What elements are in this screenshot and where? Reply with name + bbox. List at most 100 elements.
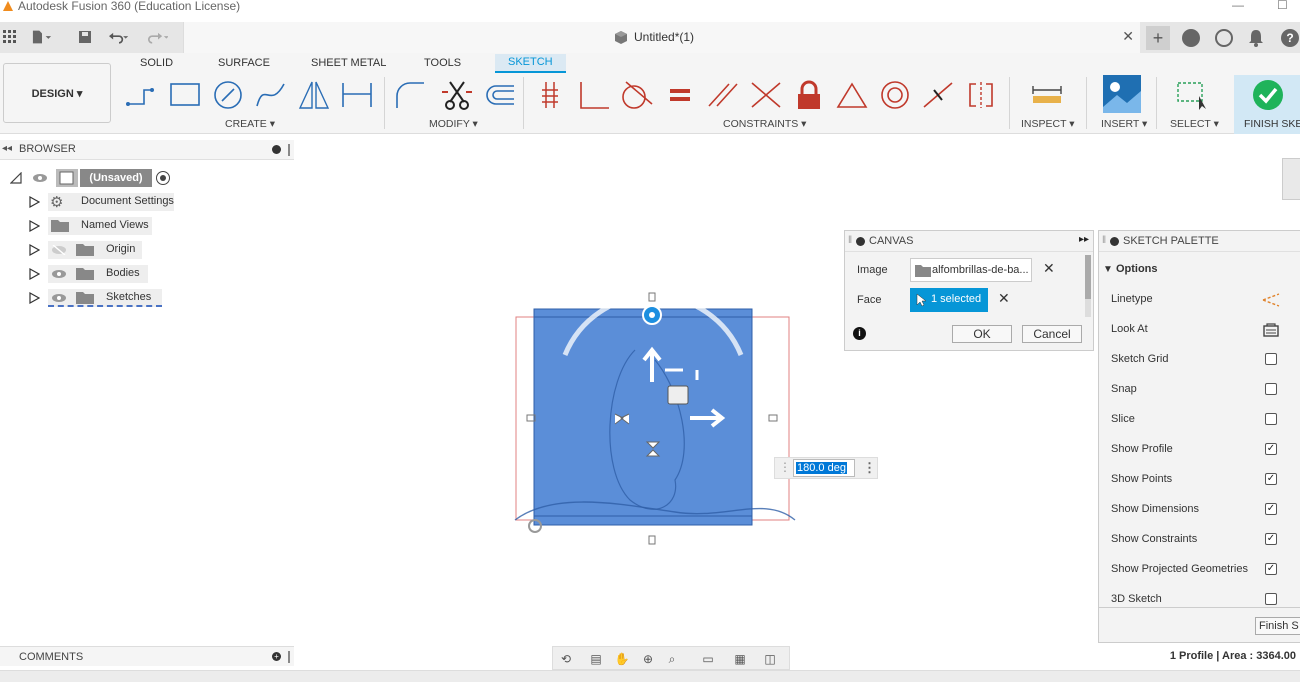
viewcube[interactable]: [1282, 158, 1300, 200]
panel-grip-icon[interactable]: ‖: [848, 235, 852, 246]
offset-tool-icon[interactable]: [482, 79, 516, 111]
parallel-constraint-icon[interactable]: [706, 79, 740, 111]
close-tab-button[interactable]: ✕: [1122, 28, 1134, 45]
perpendicular-lines-icon[interactable]: [749, 79, 783, 111]
expand-dialog-icon[interactable]: ▸▸: [1079, 234, 1089, 245]
angle-input-field[interactable]: 180.0 deg: [793, 459, 855, 477]
circle-tool-icon[interactable]: [211, 79, 245, 111]
collapse-dialog-icon[interactable]: [856, 237, 865, 246]
insert-menu[interactable]: INSERT ▾: [1101, 118, 1147, 130]
tangent-constraint-icon[interactable]: [620, 79, 654, 111]
orbit-icon[interactable]: ⟲: [557, 650, 575, 668]
comments-panel[interactable]: COMMENTS +: [0, 646, 294, 666]
expand-arrow-icon[interactable]: [28, 244, 40, 256]
rectangle-tool-icon[interactable]: [168, 79, 202, 111]
viewports-icon[interactable]: ◫: [761, 650, 779, 668]
undo-icon[interactable]: [109, 27, 129, 47]
workspace-switcher[interactable]: DESIGN ▾: [3, 63, 111, 123]
inspect-menu[interactable]: INSPECT ▾: [1021, 118, 1075, 130]
spline-tool-icon[interactable]: [254, 79, 288, 111]
sketch-grid-checkbox[interactable]: [1265, 353, 1277, 365]
add-comment-icon[interactable]: +: [272, 652, 281, 661]
panel-grip-icon[interactable]: ‖: [1102, 235, 1106, 246]
minimize-panel-icon[interactable]: [272, 145, 281, 154]
display-settings-icon[interactable]: ▭: [699, 650, 717, 668]
expand-root-icon[interactable]: [10, 172, 22, 184]
select-menu[interactable]: SELECT ▾: [1170, 118, 1219, 130]
activate-radio[interactable]: [156, 171, 170, 185]
dimension-tool-icon[interactable]: [340, 79, 374, 111]
snap-checkbox[interactable]: [1265, 383, 1277, 395]
notifications-icon[interactable]: [1248, 29, 1264, 47]
clear-image-button[interactable]: ✕: [1043, 260, 1055, 277]
equal-constraint-icon[interactable]: [663, 79, 697, 111]
tab-surface[interactable]: SURFACE: [218, 57, 270, 69]
mirror-tool-icon[interactable]: [297, 79, 331, 111]
trim-tool-icon[interactable]: [440, 79, 474, 111]
hidden-eye-icon[interactable]: [51, 245, 67, 255]
drag-handle-icon[interactable]: ⋮: [779, 460, 791, 474]
redo-icon[interactable]: [148, 27, 168, 47]
browser-item-origin[interactable]: Origin: [48, 241, 142, 259]
app-grid-icon[interactable]: [0, 27, 20, 47]
panel-pin-icon[interactable]: [288, 144, 290, 156]
coincident-constraint-icon[interactable]: [534, 79, 568, 111]
finish-sketch-palette-button[interactable]: Finish S: [1255, 617, 1300, 635]
browser-header[interactable]: ◂◂ BROWSER: [0, 140, 294, 160]
collapse-palette-icon[interactable]: [1110, 237, 1119, 246]
expand-arrow-icon[interactable]: [28, 292, 40, 304]
maximize-button[interactable]: ☐: [1277, 0, 1288, 12]
info-icon[interactable]: i: [853, 327, 866, 340]
canvas-image-manipulator[interactable]: [505, 290, 805, 550]
visibility-eye-icon[interactable]: [51, 269, 67, 279]
browser-item-document-settings[interactable]: ⚙ Document Settings: [48, 193, 174, 211]
new-tab-button[interactable]: +: [1146, 26, 1170, 50]
document-tab[interactable]: Untitled*(1) ✕: [183, 22, 1140, 53]
options-section-toggle[interactable]: ▼ Options: [1103, 263, 1158, 275]
browser-item-bodies[interactable]: Bodies: [48, 265, 148, 283]
collapse-browser-icon[interactable]: ◂◂: [2, 143, 12, 154]
3d-sketch-checkbox[interactable]: [1265, 593, 1277, 605]
show-projected-geometries-checkbox[interactable]: ✓: [1265, 563, 1277, 575]
cancel-button[interactable]: Cancel: [1022, 325, 1082, 343]
grid-settings-icon[interactable]: ▦: [731, 650, 749, 668]
file-menu-icon[interactable]: [32, 27, 52, 47]
pan-hand-icon[interactable]: ✋: [613, 650, 631, 668]
fix-constraint-icon[interactable]: [792, 79, 826, 111]
midpoint-constraint-icon[interactable]: [921, 79, 955, 111]
line-tool-icon[interactable]: [124, 79, 158, 111]
more-options-icon[interactable]: ⋮: [863, 460, 876, 476]
browser-item-sketches[interactable]: Sketches: [48, 289, 162, 307]
history-icon[interactable]: [1215, 29, 1233, 47]
triangle-constraint-icon[interactable]: [835, 79, 869, 111]
ok-button[interactable]: OK: [952, 325, 1012, 343]
zoom-icon[interactable]: ⊕: [639, 650, 657, 668]
tab-solid[interactable]: SOLID: [140, 57, 173, 69]
look-at-nav-icon[interactable]: ▤: [587, 650, 605, 668]
tab-sketch[interactable]: SKETCH: [495, 54, 566, 73]
dialog-scrollbar[interactable]: [1085, 255, 1091, 317]
save-icon[interactable]: [75, 27, 95, 47]
create-menu[interactable]: CREATE ▾: [225, 118, 275, 130]
modify-menu[interactable]: MODIFY ▾: [429, 118, 478, 130]
job-status-icon[interactable]: [1182, 29, 1200, 47]
concentric-constraint-icon[interactable]: [878, 79, 912, 111]
fit-icon[interactable]: ⌕: [663, 650, 681, 668]
expand-arrow-icon[interactable]: [28, 220, 40, 232]
perpendicular-constraint-icon[interactable]: [577, 79, 611, 111]
slice-checkbox[interactable]: [1265, 413, 1277, 425]
sketch-palette-header[interactable]: ‖ SKETCH PALETTE: [1099, 231, 1300, 252]
show-points-checkbox[interactable]: ✓: [1265, 473, 1277, 485]
clear-face-button[interactable]: ✕: [998, 290, 1010, 307]
insert-image-icon[interactable]: [1103, 75, 1141, 113]
visibility-eye-icon[interactable]: [32, 172, 48, 184]
minimize-button[interactable]: —: [1232, 0, 1244, 12]
root-component-label[interactable]: (Unsaved): [80, 169, 152, 187]
fillet-tool-icon[interactable]: [394, 79, 428, 111]
construction-linetype-icon[interactable]: [1261, 292, 1281, 308]
tab-tools[interactable]: TOOLS: [424, 57, 461, 69]
show-dimensions-checkbox[interactable]: ✓: [1265, 503, 1277, 515]
constraints-menu[interactable]: CONSTRAINTS ▾: [723, 118, 806, 130]
measure-tool-icon[interactable]: [1030, 79, 1064, 111]
browser-item-named-views[interactable]: Named Views: [48, 217, 152, 235]
